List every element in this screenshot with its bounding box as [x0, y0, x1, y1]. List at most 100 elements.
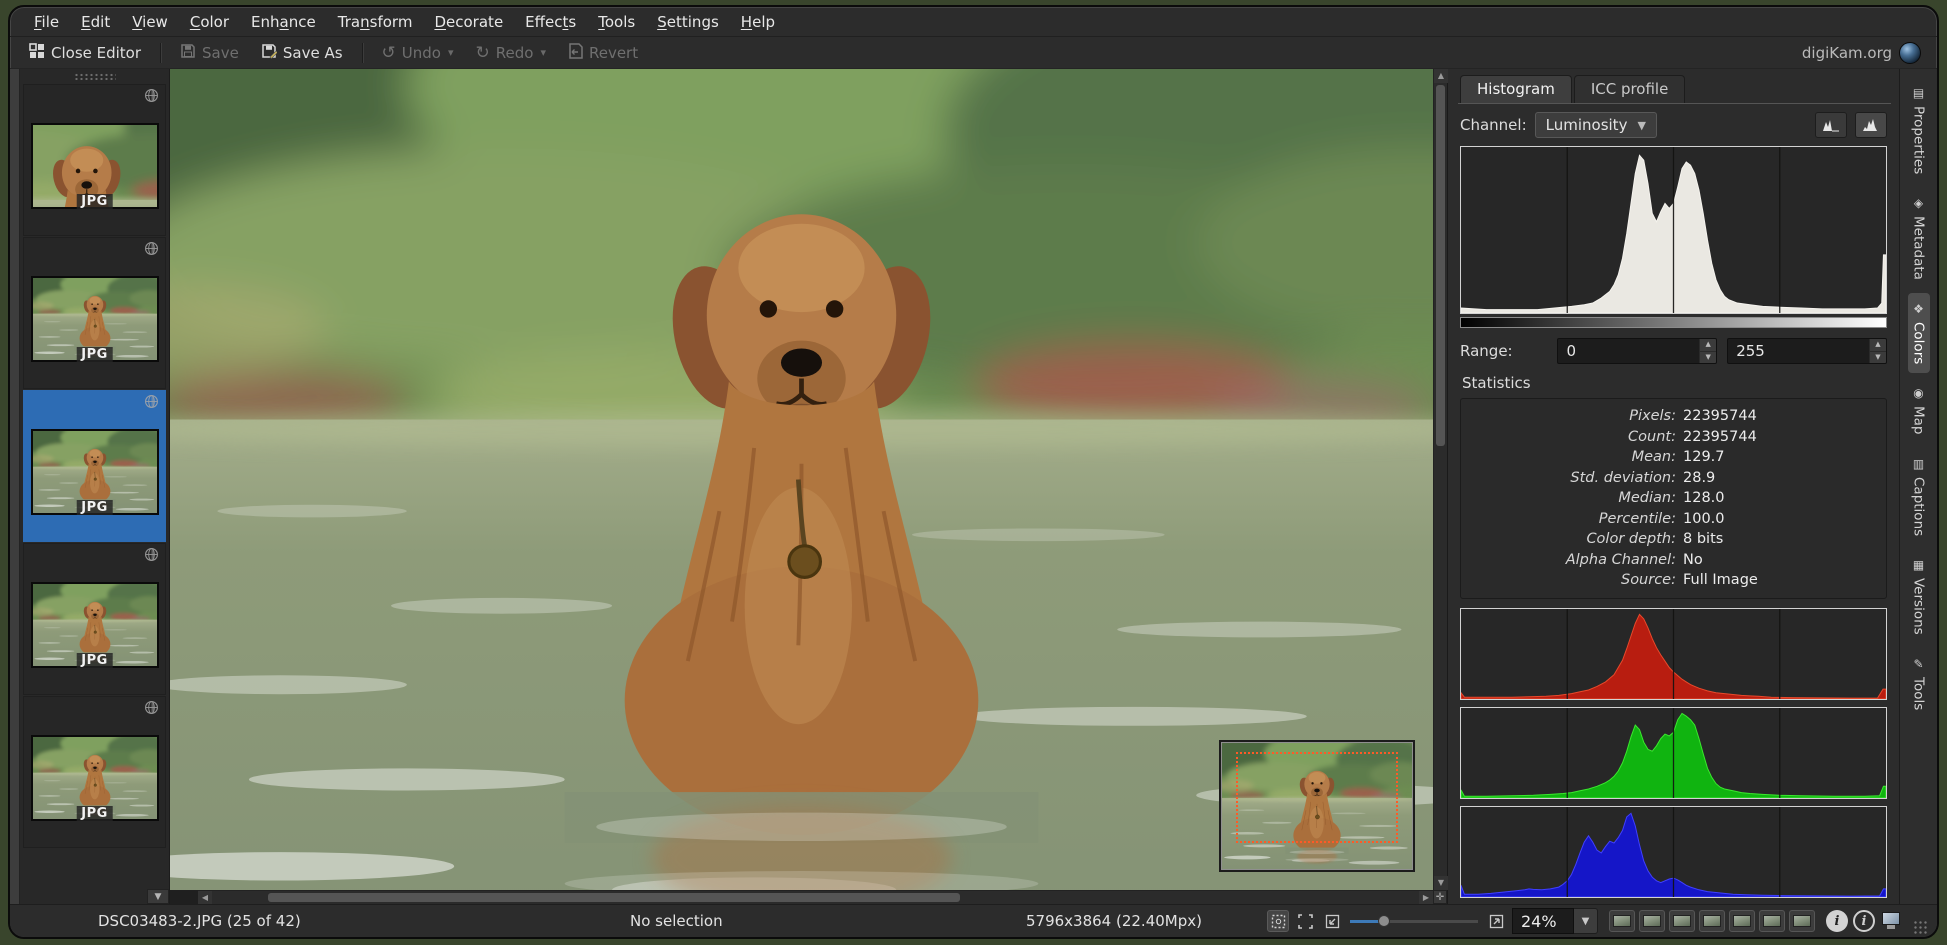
side-tab-colors[interactable]: ❖Colors [1908, 293, 1930, 373]
thumbnail-image[interactable]: JPG [31, 582, 159, 668]
thumbnail-item[interactable]: JPG [23, 696, 166, 848]
zoom-slider[interactable] [1350, 914, 1478, 928]
scroll-right-button[interactable]: ▶ [1419, 891, 1433, 905]
zoom-out-button[interactable] [1321, 910, 1343, 932]
stat-row: Std. deviation:28.9 [1471, 468, 1876, 489]
menu-item-view[interactable]: View [122, 9, 178, 35]
undo-dropdown-icon: ▾ [448, 46, 454, 59]
tab-histogram[interactable]: Histogram [1460, 75, 1572, 103]
thumbnail-image[interactable]: JPG [31, 735, 159, 821]
preview-mode-button-6[interactable] [1759, 910, 1785, 932]
green-channel-histogram [1460, 707, 1887, 799]
stat-label: Color depth: [1471, 529, 1683, 550]
side-tab-map[interactable]: ◉Map [1908, 377, 1930, 444]
zoom-slider-handle[interactable] [1378, 915, 1390, 927]
thumbnail-item-selected[interactable]: JPG [23, 390, 166, 542]
save-as-button[interactable]: Save As [254, 40, 350, 66]
preview-thumbnail-icon [1793, 915, 1811, 927]
channel-select[interactable]: Luminosity ▼ [1535, 112, 1657, 138]
thumbnail-image[interactable]: JPG [31, 276, 159, 362]
preview-mode-button-7[interactable] [1789, 910, 1815, 932]
undo-button[interactable]: ↺ Undo ▾ [375, 40, 461, 66]
side-tab-properties[interactable]: ▤Properties [1908, 77, 1930, 183]
thumbbar-drag-handle[interactable] [20, 69, 169, 83]
fit-to-selection-button[interactable] [1267, 910, 1289, 932]
stat-label: Median: [1471, 488, 1683, 509]
linear-scale-button[interactable] [1815, 112, 1847, 138]
scroll-up-button[interactable]: ▲ [1434, 69, 1448, 83]
zoom-level-value[interactable]: 24% [1512, 908, 1574, 934]
range-max-spinbox[interactable]: 255 ▲▼ [1727, 338, 1887, 364]
vertical-scroll-thumb[interactable] [1436, 85, 1445, 446]
pan-button[interactable]: ✛ [1433, 890, 1447, 904]
left-edge-splitter[interactable] [10, 69, 20, 904]
stat-row: Color depth:8 bits [1471, 529, 1876, 550]
color-managed-view-button[interactable] [1880, 910, 1904, 932]
navigator-visible-region[interactable] [1236, 752, 1398, 843]
spin-up-icon[interactable]: ▲ [1870, 339, 1886, 351]
menu-item-transform[interactable]: Transform [328, 9, 423, 35]
menu-item-file[interactable]: File [24, 9, 69, 35]
image-info-button[interactable]: i [1826, 910, 1848, 932]
save-button[interactable]: Save [173, 40, 246, 66]
menu-item-color[interactable]: Color [180, 9, 239, 35]
preview-mode-button-1[interactable] [1609, 910, 1635, 932]
preview-mode-button-3[interactable] [1669, 910, 1695, 932]
about-info-button[interactable]: i [1853, 910, 1875, 932]
menu-item-help[interactable]: Help [731, 9, 785, 35]
fit-to-window-button[interactable] [1294, 910, 1316, 932]
digikam-logo-icon [1899, 42, 1921, 64]
vertical-scrollbar[interactable]: ▲ ▼ [1433, 69, 1447, 890]
thumbnail-image[interactable]: JPG [31, 123, 159, 209]
menu-item-enhance[interactable]: Enhance [241, 9, 326, 35]
horizontal-scroll-thumb[interactable] [268, 893, 960, 902]
thumbbar-scroll-down-button[interactable]: ▼ [147, 889, 169, 904]
side-tab-metadata[interactable]: ◈Metadata [1908, 187, 1930, 289]
tab-icc-profile[interactable]: ICC profile [1574, 75, 1686, 103]
zoom-in-button[interactable] [1485, 910, 1507, 932]
main-toolbar: Close Editor Save Save As ↺ Undo ▾ ↻ Red… [10, 37, 1937, 69]
spin-up-icon[interactable]: ▲ [1700, 339, 1716, 351]
thumbnail-item[interactable]: JPG [23, 543, 166, 695]
side-tab-label: Versions [1911, 578, 1927, 635]
preview-mode-button-4[interactable] [1699, 910, 1725, 932]
side-tab-captions[interactable]: ▥ Captions [1908, 448, 1930, 545]
menu-item-settings[interactable]: Settings [647, 9, 729, 35]
side-tab-tools[interactable]: ✎Tools [1908, 648, 1930, 719]
redo-button[interactable]: ↻ Redo ▾ [469, 40, 553, 66]
zoom-level-combo[interactable]: 24% ▼ [1512, 908, 1598, 934]
pan-navigator[interactable] [1221, 742, 1413, 870]
preview-mode-button-5[interactable] [1729, 910, 1755, 932]
statistics-box: Pixels:22395744Count:22395744Mean:129.7S… [1460, 398, 1887, 599]
save-as-label: Save As [283, 44, 343, 62]
thumbnail-item[interactable]: JPG [23, 84, 166, 236]
scroll-left-button[interactable]: ◀ [198, 891, 212, 905]
menu-item-edit[interactable]: Edit [71, 9, 120, 35]
format-badge: JPG [76, 347, 113, 362]
range-min-spinbox[interactable]: 0 ▲▼ [1557, 338, 1717, 364]
scroll-down-button[interactable]: ▼ [1434, 876, 1448, 890]
image-view[interactable] [170, 69, 1433, 890]
spin-down-icon[interactable]: ▼ [1700, 351, 1716, 364]
captions-icon: ▥ [1912, 457, 1926, 471]
redo-dropdown-icon: ▾ [540, 46, 546, 59]
thumbnail-item[interactable]: JPG [23, 237, 166, 389]
revert-button[interactable]: Revert [561, 40, 645, 66]
spin-down-icon[interactable]: ▼ [1870, 351, 1886, 364]
side-tab-label: Captions [1911, 477, 1927, 536]
preview-mode-button-2[interactable] [1639, 910, 1665, 932]
thumbnail-image[interactable]: JPG [31, 429, 159, 515]
properties-icon: ▤ [1912, 86, 1926, 100]
close-editor-button[interactable]: Close Editor [22, 40, 148, 66]
stat-label: Percentile: [1471, 509, 1683, 530]
editor-canvas[interactable]: ▲ ▼ ◀ ▶ ✛ [170, 69, 1447, 904]
menu-item-tools[interactable]: Tools [588, 9, 645, 35]
side-tab-versions[interactable]: ▦Versions [1908, 549, 1930, 644]
menu-item-effects[interactable]: Effects [515, 9, 586, 35]
logarithmic-scale-button[interactable] [1855, 112, 1887, 138]
menu-item-decorate[interactable]: Decorate [424, 9, 513, 35]
zoom-dropdown-icon[interactable]: ▼ [1574, 908, 1598, 934]
luminosity-histogram[interactable] [1460, 146, 1887, 314]
window-resize-grip[interactable] [1913, 920, 1927, 934]
horizontal-scrollbar[interactable]: ◀ ▶ [198, 890, 1433, 904]
